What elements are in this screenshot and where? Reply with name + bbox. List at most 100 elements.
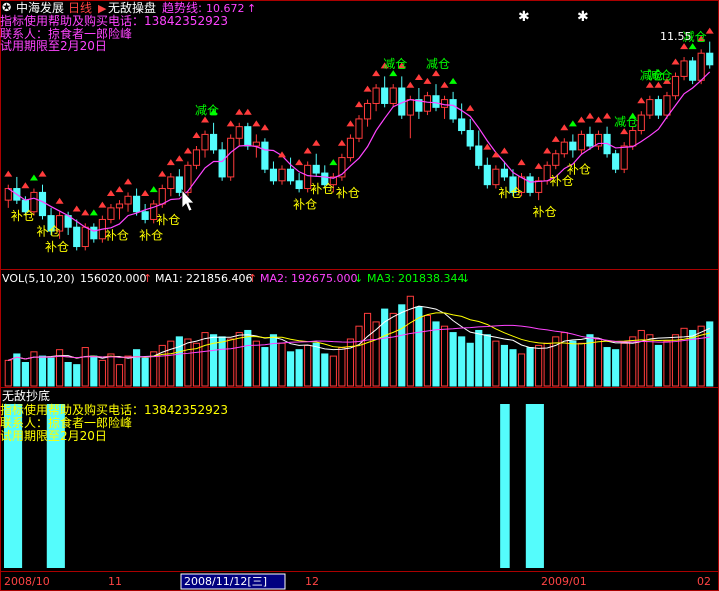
volume-bar bbox=[458, 336, 466, 387]
date-tick: 12 bbox=[305, 575, 319, 588]
candle-body bbox=[389, 87, 397, 104]
volume-bar bbox=[167, 340, 175, 387]
candle-body bbox=[372, 87, 380, 104]
star-icon: ✱ bbox=[577, 9, 589, 25]
bottom-signal-bar bbox=[534, 404, 544, 568]
bottom-help-line: 指标使用帮助及购买电话：13842352923 bbox=[0, 402, 228, 417]
date-tick: 2009/01 bbox=[541, 575, 587, 588]
volume-bar bbox=[663, 340, 671, 387]
volume-bar bbox=[483, 334, 491, 387]
date-tick: 02 bbox=[697, 575, 711, 588]
price-callout: 11.55 bbox=[660, 30, 692, 43]
candle-body bbox=[278, 168, 286, 182]
signal-triangle bbox=[329, 159, 338, 166]
signal-triangle bbox=[29, 174, 38, 181]
signal-triangle bbox=[192, 132, 201, 138]
volume-bar bbox=[13, 353, 21, 387]
volume-bar bbox=[141, 357, 149, 387]
stock-name: 中海发展 bbox=[16, 0, 64, 15]
date-tick: 11 bbox=[108, 575, 122, 588]
candle-body bbox=[569, 141, 577, 151]
signal-triangle bbox=[423, 77, 432, 84]
signal-triangle bbox=[226, 120, 235, 127]
candle-body bbox=[560, 141, 568, 155]
volume-bar bbox=[594, 338, 603, 387]
signal-triangle bbox=[106, 190, 115, 196]
volume-bar bbox=[209, 334, 218, 387]
signal-triangle bbox=[38, 170, 47, 177]
signal-triangle bbox=[149, 186, 158, 193]
signal-triangle bbox=[705, 27, 714, 34]
signal-triangle bbox=[560, 124, 569, 131]
volume-bar bbox=[492, 340, 500, 387]
volume-bar bbox=[363, 312, 372, 387]
volume-bar bbox=[244, 329, 252, 387]
volume-bar bbox=[449, 332, 457, 387]
add-signal-label: 补仓 bbox=[533, 205, 557, 219]
reduce-signal-label: 减仓 bbox=[614, 115, 638, 129]
vol-label: VOL(5,10,20) bbox=[2, 272, 75, 285]
candle-body bbox=[475, 145, 483, 166]
volume-bar bbox=[286, 351, 295, 387]
signal-triangle bbox=[406, 81, 415, 88]
signal-triangle bbox=[449, 77, 458, 84]
volume-bar bbox=[73, 364, 81, 387]
volume-bar bbox=[432, 321, 440, 387]
signal-triangle bbox=[577, 116, 586, 123]
volume-bar bbox=[81, 347, 89, 387]
candle-body bbox=[158, 188, 166, 205]
add-signal-label: 补仓 bbox=[139, 228, 163, 242]
stock-chart[interactable]: 减仓减仓 减仓减仓减仓减仓减仓补仓补仓补仓补仓 补仓补仓补仓补仓 补仓 补仓补仓补仓补仓… bbox=[0, 0, 719, 591]
add-signal-label: 补仓 bbox=[36, 224, 60, 238]
candle-body bbox=[449, 99, 457, 120]
signal-triangle bbox=[440, 81, 449, 88]
cursor-date: 2008/11/12[三] bbox=[184, 575, 267, 588]
volume-bar bbox=[90, 355, 98, 387]
candle-body bbox=[209, 133, 218, 151]
volume-bar bbox=[543, 342, 551, 387]
signal-triangle bbox=[295, 159, 304, 166]
signal-triangle bbox=[98, 201, 107, 208]
volume-bar bbox=[321, 353, 329, 387]
bottom-signal-bar bbox=[525, 404, 536, 568]
volume-bar bbox=[21, 362, 29, 387]
candle-body bbox=[689, 60, 697, 81]
volume-bar bbox=[620, 342, 628, 387]
add-signal-label: 补仓 bbox=[105, 228, 129, 242]
volume-bar bbox=[535, 344, 543, 387]
volume-bar bbox=[423, 315, 432, 387]
add-signal-label: 补仓 bbox=[293, 197, 317, 211]
bottom-contact-line: 联系人：掠食者一郎险峰 bbox=[0, 415, 132, 430]
volume-bar bbox=[192, 342, 201, 387]
volume-bar bbox=[4, 359, 12, 387]
volume-bar bbox=[227, 338, 235, 387]
candle-body bbox=[38, 191, 47, 217]
signal-triangle bbox=[89, 209, 98, 216]
candle-body bbox=[646, 99, 654, 116]
ma2-label: MA2: bbox=[260, 272, 288, 285]
ma1-label: MA1: bbox=[155, 272, 183, 285]
reduce-signal-label: 减仓 bbox=[195, 104, 219, 118]
volume-bar bbox=[466, 342, 474, 387]
add-signal-label: 补仓 bbox=[336, 186, 360, 200]
signal-triangle bbox=[166, 159, 175, 166]
volume-bar bbox=[338, 347, 346, 387]
candle-body bbox=[526, 176, 534, 193]
volume-bar bbox=[115, 364, 124, 387]
candle-body bbox=[552, 153, 560, 166]
volume-bar bbox=[355, 325, 363, 387]
add-signal-label: 补仓 bbox=[498, 186, 522, 200]
signal-triangle bbox=[72, 205, 81, 212]
price-panel bbox=[4, 41, 714, 251]
volume-bar bbox=[637, 329, 645, 387]
volume-bar bbox=[38, 355, 47, 387]
signal-triangle bbox=[603, 112, 612, 119]
volume-bar bbox=[603, 347, 611, 387]
candle-body bbox=[483, 164, 491, 186]
signal-triangle bbox=[124, 178, 133, 185]
signal-triangle bbox=[594, 116, 603, 123]
volume-bar bbox=[440, 325, 449, 387]
volume-bar bbox=[312, 342, 320, 387]
signal-triangle bbox=[312, 139, 321, 146]
candle-body bbox=[440, 99, 449, 108]
